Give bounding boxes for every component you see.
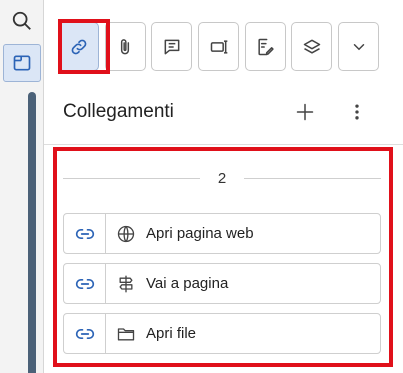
more-vertical-icon [355,104,359,120]
panel-menu-button[interactable] [341,96,373,128]
form-field-icon [210,39,227,54]
link-icon [75,278,94,289]
link-type [106,324,146,344]
group-divider-left [63,177,200,179]
sidebar-panel-icon [13,55,31,71]
annotation-toolbar [58,22,385,71]
paperclip-icon [121,38,130,54]
attachments-tool-button[interactable] [104,22,146,71]
signature-icon [258,38,274,55]
add-link-button[interactable] [289,96,321,128]
link-item-open-file[interactable]: Apri file [63,313,381,354]
link-item-leading [64,264,106,303]
group-divider-right [244,177,381,179]
link-type [106,274,146,294]
link-item-label: Apri pagina web [146,225,254,242]
search-button[interactable] [3,2,41,40]
search-icon [12,11,31,30]
link-item-go-to-page[interactable]: Vai a pagina [63,263,381,304]
link-item-leading [64,214,106,253]
links-tool-button[interactable] [58,22,99,71]
page-group-header: 2 [63,168,381,188]
panel-toggle-button[interactable] [3,44,41,82]
signpost-icon [119,275,133,292]
comment-icon [164,39,180,54]
plus-icon [296,103,314,121]
link-type [106,224,146,244]
folder-icon [117,327,135,340]
link-item-leading [64,314,106,353]
layers-tool-button[interactable] [291,22,333,71]
layers-icon [303,39,321,54]
link-item-label: Vai a pagina [146,275,229,292]
link-icon [71,39,86,54]
left-toolbar [0,0,44,373]
link-item-open-web-page[interactable]: Apri pagina web [63,213,381,254]
globe-icon [117,225,135,242]
page-number-label: 2 [217,169,227,187]
link-icon [75,228,94,239]
link-icon [75,328,94,339]
comments-tool-button[interactable] [151,22,193,71]
more-tools-button[interactable] [338,22,380,71]
link-item-label: Apri file [146,325,197,342]
chevron-down-icon [353,43,364,50]
header-divider [44,144,403,145]
form-field-tool-button[interactable] [198,22,240,71]
signature-tool-button[interactable] [244,22,286,71]
left-scrollbar[interactable] [28,92,36,373]
panel-title: Collegamenti [63,101,174,122]
